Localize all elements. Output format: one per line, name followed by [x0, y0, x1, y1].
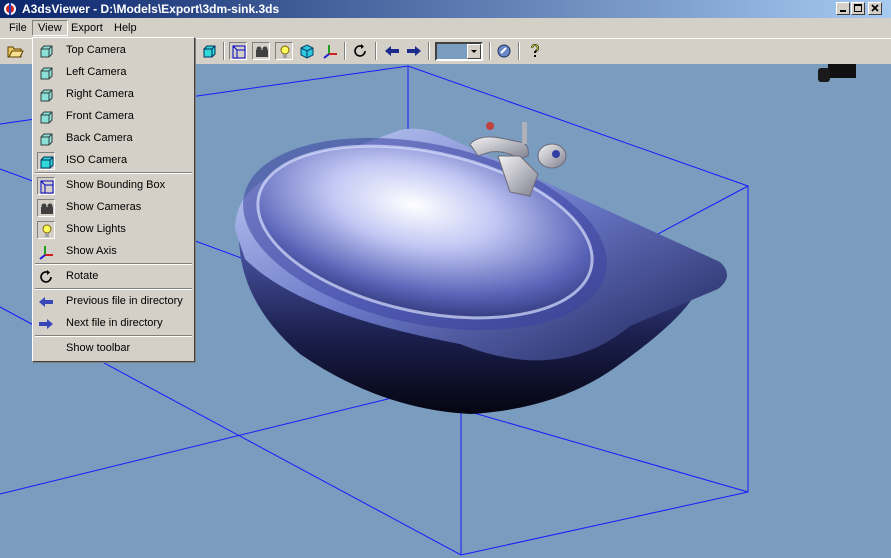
- menu-bar: File View Export Help: [0, 18, 891, 38]
- toolbar-separator: [518, 42, 520, 60]
- menu-item-show-toolbar[interactable]: Show toolbar: [35, 338, 192, 360]
- menu-file[interactable]: File: [4, 20, 32, 36]
- axis-cube-icon[interactable]: [298, 42, 316, 60]
- axis-icon[interactable]: [321, 42, 339, 60]
- menu-help[interactable]: Help: [109, 20, 142, 36]
- title-bar: A3dsViewer - D:\Models\Export\3dm-sink.3…: [0, 0, 891, 18]
- lights-icon[interactable]: [275, 42, 293, 60]
- previous-arrow-icon[interactable]: [383, 42, 401, 60]
- next-arrow-icon: [37, 315, 55, 333]
- camera-object: [818, 64, 856, 82]
- menu-separator: [35, 263, 192, 265]
- menu-separator: [35, 335, 192, 337]
- menu-item-show-lights[interactable]: Show Lights: [35, 219, 192, 241]
- open-folder-icon[interactable]: [6, 42, 24, 60]
- menu-item-right-camera[interactable]: Right Camera: [35, 84, 192, 106]
- menu-item-iso-camera[interactable]: ISO Camera: [35, 150, 192, 172]
- menu-item-back-camera[interactable]: Back Camera: [35, 128, 192, 150]
- axis-icon: [37, 243, 55, 261]
- toolbar-separator: [223, 42, 225, 60]
- menu-item-rotate[interactable]: Rotate: [35, 266, 192, 288]
- menu-item-next-file[interactable]: Next file in directory: [35, 313, 192, 335]
- help-icon[interactable]: [526, 42, 544, 60]
- menu-export[interactable]: Export: [66, 20, 108, 36]
- toolbar-separator: [489, 42, 491, 60]
- window-title: A3dsViewer - D:\Models\Export\3dm-sink.3…: [22, 2, 280, 16]
- toolbar-separator: [428, 42, 430, 60]
- menu-item-show-bounding-box[interactable]: Show Bounding Box: [35, 175, 192, 197]
- bounding-box-icon: [37, 177, 55, 195]
- close-button[interactable]: [868, 2, 882, 15]
- previous-arrow-icon: [37, 293, 55, 311]
- lights-icon: [37, 221, 55, 239]
- chevron-down-icon[interactable]: [467, 44, 481, 59]
- minimize-button[interactable]: [836, 2, 850, 15]
- toolbar-separator: [375, 42, 377, 60]
- camera-cube-icon: [37, 86, 55, 104]
- toolbar-separator: [344, 42, 346, 60]
- menu-item-front-camera[interactable]: Front Camera: [35, 106, 192, 128]
- camera-iso-icon[interactable]: [200, 42, 218, 60]
- view-menu-dropdown: Top Camera Left Camera Right Camera Fron…: [32, 37, 195, 362]
- app-icon: [3, 2, 17, 16]
- menu-item-top-camera[interactable]: Top Camera: [35, 40, 192, 62]
- cameras-icon[interactable]: [252, 42, 270, 60]
- rotate-icon: [37, 268, 55, 286]
- menu-separator: [35, 288, 192, 290]
- menu-separator: [35, 172, 192, 174]
- next-arrow-icon[interactable]: [405, 42, 423, 60]
- rotate-icon[interactable]: [351, 42, 369, 60]
- menu-item-show-axis[interactable]: Show Axis: [35, 241, 192, 263]
- cameras-icon: [37, 199, 55, 217]
- maximize-button[interactable]: [851, 2, 865, 15]
- iso-cube-icon: [37, 152, 55, 170]
- menu-item-left-camera[interactable]: Left Camera: [35, 62, 192, 84]
- bounding-box-icon[interactable]: [229, 42, 247, 60]
- camera-cube-icon: [37, 130, 55, 148]
- camera-cube-icon: [37, 64, 55, 82]
- camera-cube-icon: [37, 108, 55, 126]
- search-icon[interactable]: [495, 42, 513, 60]
- background-color-combo[interactable]: [435, 42, 483, 61]
- sink-model: [235, 122, 728, 414]
- camera-cube-icon: [37, 42, 55, 60]
- menu-view[interactable]: View: [32, 20, 68, 36]
- menu-item-show-cameras[interactable]: Show Cameras: [35, 197, 192, 219]
- menu-item-previous-file[interactable]: Previous file in directory: [35, 291, 192, 313]
